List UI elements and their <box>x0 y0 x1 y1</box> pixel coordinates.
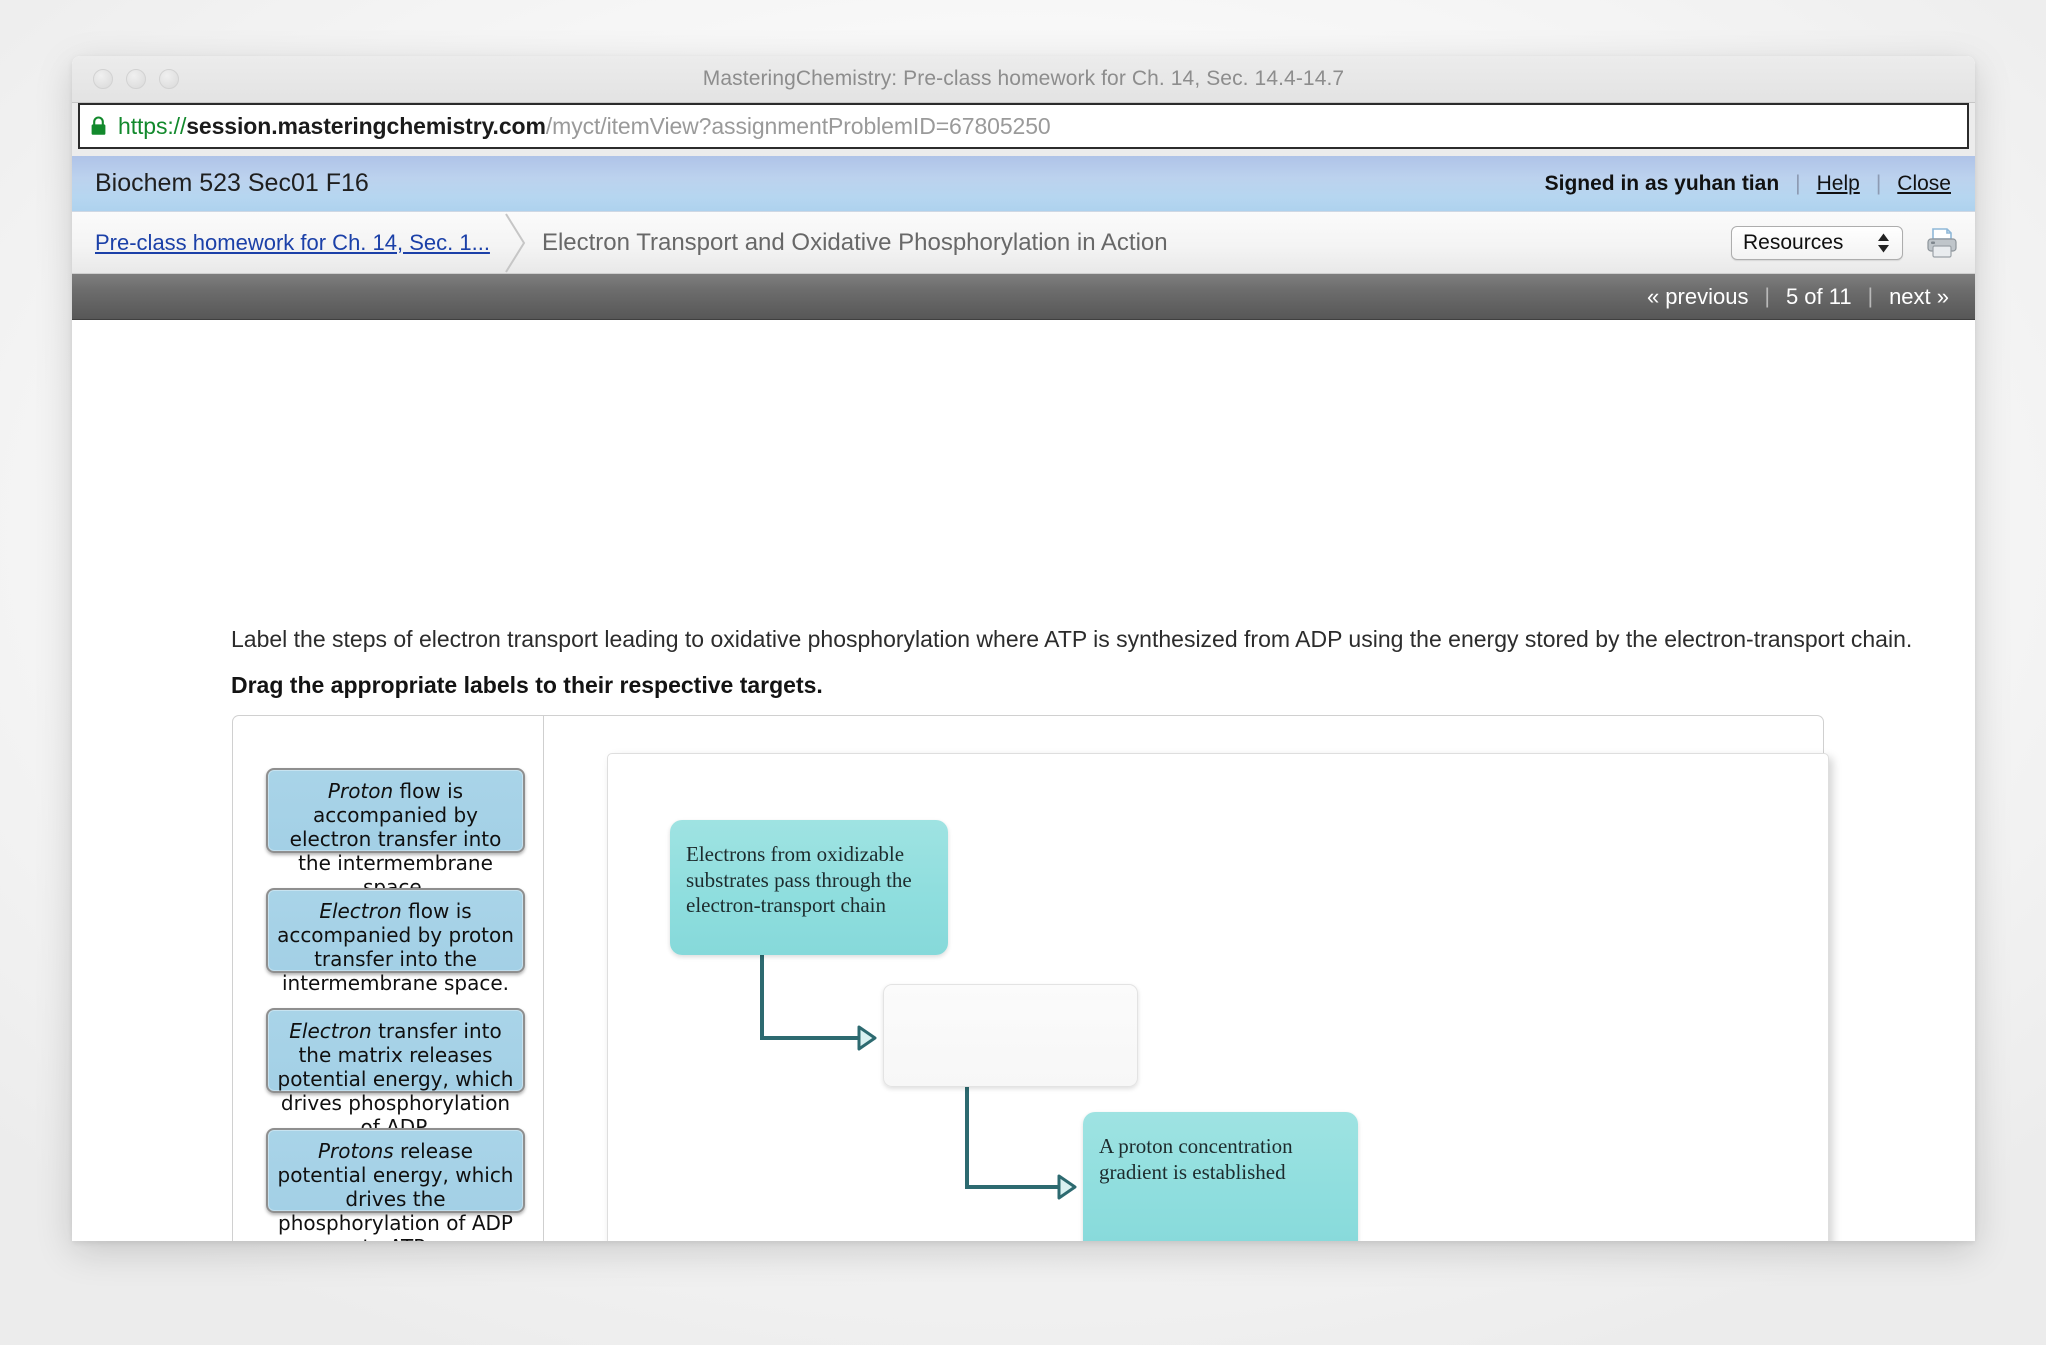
drag-label-4[interactable]: Protons release potential energy, which … <box>266 1128 525 1241</box>
drag-label-text: flow is accompanied by electron transfer… <box>289 779 502 899</box>
account-separator-2: | <box>1875 171 1882 195</box>
help-link[interactable]: Help <box>1817 172 1860 196</box>
drag-label-emphasis: Proton <box>327 779 394 803</box>
breadcrumb-right-tools: Resources <box>1731 212 1959 274</box>
url-bar-container: https://session.masteringchemistry.com/m… <box>72 103 1975 156</box>
diagram-panel: Electrons from oxidizable substrates pas… <box>545 716 1829 1241</box>
previous-item-button[interactable]: « previous <box>1647 284 1749 310</box>
drag-label-1[interactable]: Proton flow is accompanied by electron t… <box>266 768 525 899</box>
address-bar[interactable]: https://session.masteringchemistry.com/m… <box>78 103 1969 149</box>
item-counter: 5 of 11 <box>1785 283 1852 309</box>
item-nav-strip: « previous | 5 of 11 | next » <box>72 274 1975 320</box>
nav-separator-1: | <box>1764 284 1770 308</box>
diagram-frame: Electrons from oxidizable substrates pas… <box>607 753 1829 1241</box>
url-scheme: https:// <box>118 112 187 139</box>
breadcrumb-assignment-link[interactable]: Pre-class homework for Ch. 14, Sec. 1... <box>95 230 490 256</box>
course-name: Biochem 523 Sec01 F16 <box>95 169 369 197</box>
drag-label-2[interactable]: Electron flow is accompanied by proton t… <box>266 888 525 995</box>
nav-separator-2: | <box>1867 284 1874 308</box>
next-item-button[interactable]: next » <box>1889 284 1949 310</box>
url-text: https://session.masteringchemistry.com/m… <box>118 113 1051 140</box>
account-area: Signed in as yuhan tian | Help | Close <box>1545 172 1951 196</box>
course-header-bar: Biochem 523 Sec01 F16 Signed in as yuhan… <box>72 156 1975 212</box>
window-title: MasteringChemistry: Pre-class homework f… <box>702 67 1345 90</box>
url-host: session.masteringchemistry.com <box>186 112 546 139</box>
diagram-drop-target-2[interactable] <box>883 984 1138 1087</box>
browser-window: MasteringChemistry: Pre-class homework f… <box>72 56 1975 1241</box>
label-bank: Proton flow is accompanied by electron t… <box>233 716 544 1241</box>
stepper-arrows-icon <box>1878 233 1889 253</box>
problem-content: Label the steps of electron transport le… <box>72 320 1975 1241</box>
browser-titlebar: MasteringChemistry: Pre-class homework f… <box>72 56 1975 103</box>
resources-dropdown[interactable]: Resources <box>1731 226 1903 260</box>
drag-label-emphasis: Protons <box>318 1139 394 1163</box>
drag-drop-activity-panel: Proton flow is accompanied by electron t… <box>232 715 1829 1241</box>
signed-in-as-label: Signed in as yuhan tian <box>1544 171 1780 195</box>
drag-label-emphasis: Electron <box>319 899 402 923</box>
drag-label-text: release potential energy, which drives t… <box>277 1139 514 1241</box>
question-instruction-text: Drag the appropriate labels to their res… <box>231 672 823 698</box>
resources-dropdown-label: Resources <box>1743 231 1844 254</box>
diagram-step-text: Electrons from oxidizable substrates pas… <box>686 842 912 918</box>
account-separator-1: | <box>1795 171 1801 195</box>
diagram-step-filled-1: Electrons from oxidizable substrates pas… <box>670 820 948 955</box>
drag-label-3[interactable]: Electron transfer into the matrix releas… <box>266 1008 525 1139</box>
diagram-step-text: A proton concentration gradient is estab… <box>1099 1134 1293 1184</box>
breadcrumb-current-item: Electron Transport and Oxidative Phospho… <box>541 228 1168 256</box>
close-link[interactable]: Close <box>1897 172 1951 196</box>
connector-arrow-1 <box>760 955 877 1051</box>
drag-label-emphasis: Electron <box>289 1019 372 1043</box>
question-intro-text: Label the steps of electron transport le… <box>231 626 1913 652</box>
breadcrumb: Pre-class homework for Ch. 14, Sec. 1...… <box>72 212 1975 274</box>
chevron-right-icon <box>505 212 526 273</box>
diagram-step-filled-3: A proton concentration gradient is estab… <box>1083 1112 1358 1241</box>
connector-arrow-2 <box>965 1087 1077 1200</box>
lock-icon <box>91 116 106 135</box>
printer-icon[interactable] <box>1925 227 1959 259</box>
url-path: /myct/itemView?assignmentProblemID=67805… <box>545 112 1051 139</box>
